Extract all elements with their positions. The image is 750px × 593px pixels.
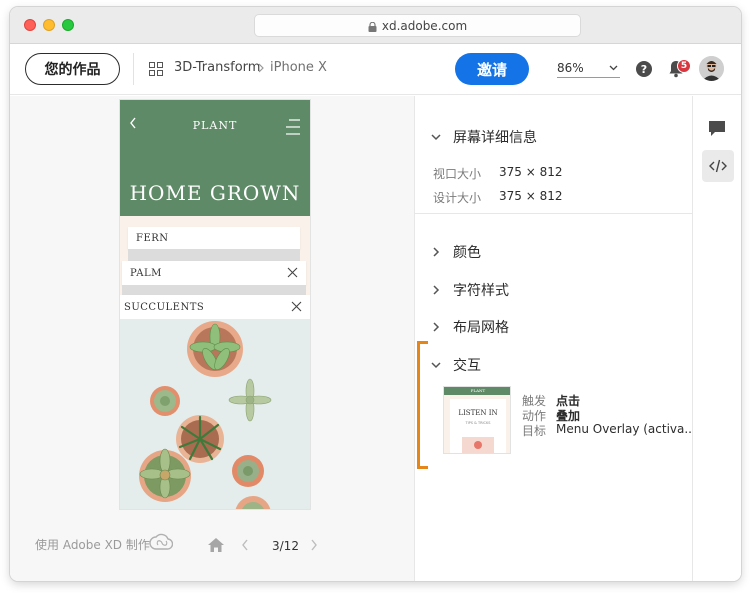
card-label: FERN xyxy=(136,232,169,244)
invite-button[interactable]: 邀请 xyxy=(455,53,529,85)
avatar[interactable] xyxy=(699,56,724,81)
chevron-right-icon xyxy=(433,322,440,332)
target-artboard-thumbnail[interactable]: PLANT LISTEN IN TIPS & TRICKS xyxy=(443,386,511,454)
chevron-down-icon xyxy=(431,133,441,140)
design-size-value: 375 × 812 xyxy=(499,189,563,203)
grid-icon[interactable] xyxy=(149,62,163,76)
app-header: 您的作品 3D-Transform iPhone X 邀请 86% ? 5 xyxy=(10,44,741,95)
right-rail xyxy=(692,96,741,581)
help-icon[interactable]: ? xyxy=(636,61,652,77)
code-view-button[interactable] xyxy=(702,150,734,182)
thumbnail-title: LISTEN IN xyxy=(458,409,498,417)
thumbnail-subtitle: TIPS & TRICKS xyxy=(465,421,491,425)
browser-titlebar: xd.adobe.com xyxy=(10,7,741,44)
address-bar[interactable]: xd.adobe.com xyxy=(254,14,581,37)
close-icon[interactable] xyxy=(287,267,298,278)
zoom-select[interactable]: 86% xyxy=(557,58,620,78)
creative-cloud-icon xyxy=(149,533,173,550)
made-with-label: 使用 Adobe XD 制作 xyxy=(35,538,150,552)
section-title: 颜色 xyxy=(453,245,481,261)
prototype-canvas: PLANT HOME GROWN FERN PALM SUCCULENTS 使用… xyxy=(10,96,414,581)
card-succulents[interactable]: SUCCULENTS xyxy=(120,295,310,319)
thumbnail-dot xyxy=(474,441,482,449)
chevron-down-icon xyxy=(609,65,618,71)
avatar-image xyxy=(699,56,724,81)
card-shadow-strip xyxy=(122,285,306,295)
section-colors[interactable]: 颜色 xyxy=(431,242,481,262)
close-icon[interactable] xyxy=(291,301,302,312)
minimize-window-button[interactable] xyxy=(43,19,55,31)
zoom-value: 86% xyxy=(557,61,584,75)
thumbnail-header: PLANT xyxy=(444,387,510,395)
card-palm[interactable]: PALM xyxy=(122,261,306,285)
design-size-label: 设计大小 xyxy=(433,191,482,205)
artboard-brand: PLANT xyxy=(192,119,238,132)
notification-badge: 5 xyxy=(677,59,691,73)
card-shadow-strip xyxy=(128,249,300,261)
chevron-down-icon xyxy=(431,361,441,368)
section-title: 屏幕详细信息 xyxy=(453,130,537,146)
section-screen-details[interactable]: 屏幕详细信息 xyxy=(431,127,537,147)
chevron-right-icon xyxy=(433,285,440,295)
page-indicator: 3/12 xyxy=(272,539,299,553)
section-title: 字符样式 xyxy=(453,283,509,299)
target-value[interactable]: Menu Overlay (activa... xyxy=(556,422,696,436)
succulents-photo xyxy=(120,319,310,509)
chevron-left-icon[interactable] xyxy=(241,539,249,551)
chevron-right-icon xyxy=(433,247,440,257)
code-icon xyxy=(709,159,727,173)
browser-window: xd.adobe.com 您的作品 3D-Transform iPhone X … xyxy=(10,7,741,581)
zoom-window-button[interactable] xyxy=(62,19,74,31)
card-label: PALM xyxy=(130,267,162,279)
home-icon[interactable] xyxy=(207,537,225,553)
artboard-hero-title: HOME GROWN xyxy=(129,181,301,205)
section-title: 布局网格 xyxy=(453,320,509,336)
close-window-button[interactable] xyxy=(24,19,36,31)
viewport-size-value: 375 × 812 xyxy=(499,165,563,179)
header-divider xyxy=(133,53,134,85)
my-work-button[interactable]: 您的作品 xyxy=(25,53,120,85)
breadcrumb-artboard: iPhone X xyxy=(270,60,327,75)
card-fern[interactable]: FERN xyxy=(128,227,300,249)
section-layout-grid[interactable]: 布局网格 xyxy=(431,317,509,337)
chevron-right-icon[interactable] xyxy=(310,539,318,551)
viewport-size-label: 视口大小 xyxy=(433,167,482,181)
interaction-highlight xyxy=(417,341,428,469)
section-divider xyxy=(415,213,693,214)
inspector-panel: 屏幕详细信息 视口大小 375 × 812 设计大小 375 × 812 颜色 … xyxy=(414,96,696,581)
card-label: SUCCULENTS xyxy=(124,301,205,313)
url-text: xd.adobe.com xyxy=(381,18,468,33)
menu-icon[interactable] xyxy=(286,119,300,135)
artboard-preview[interactable]: PLANT HOME GROWN FERN PALM SUCCULENTS xyxy=(120,100,310,509)
target-label: 目标 xyxy=(522,424,547,438)
section-title: 交互 xyxy=(453,358,481,374)
breadcrumb-project[interactable]: 3D-Transform xyxy=(174,60,260,75)
chevron-right-icon xyxy=(258,63,264,73)
thumbnail-card: LISTEN IN TIPS & TRICKS xyxy=(450,399,506,453)
lock-icon xyxy=(368,21,377,32)
comment-icon[interactable] xyxy=(708,120,726,137)
section-character-styles[interactable]: 字符样式 xyxy=(431,280,509,300)
section-interaction[interactable]: 交互 xyxy=(431,355,481,375)
